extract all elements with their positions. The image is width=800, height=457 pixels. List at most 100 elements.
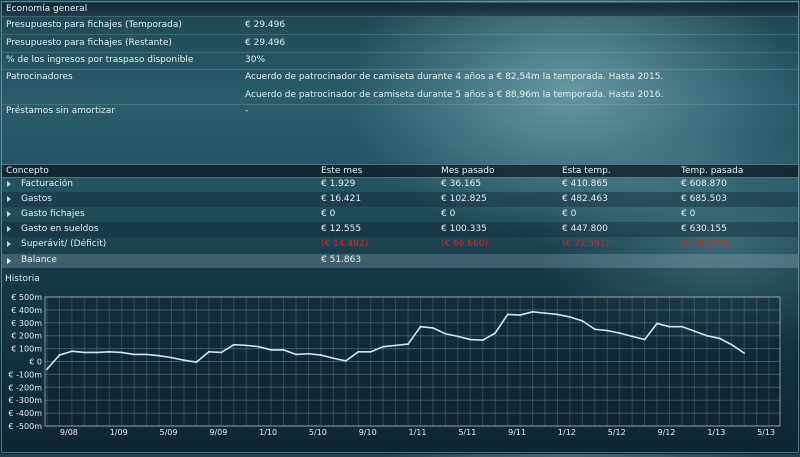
y-tick-label: € 500m (11, 293, 42, 302)
cell-last-season: € 608.870 (681, 179, 727, 189)
data-point (170, 356, 173, 359)
column-header-last-month[interactable]: Mes pasado (441, 166, 495, 176)
x-tick-label: 1/13 (707, 428, 725, 437)
table-row-surplus-deficit[interactable]: Superávit/ (Déficit) (€ 14.492) (€ 66.66… (2, 237, 798, 252)
data-point (718, 337, 721, 340)
table-row-balance[interactable]: Balance € 51.863 (2, 254, 798, 268)
data-point (207, 350, 210, 353)
data-point (419, 325, 422, 328)
table-row-expenses[interactable]: Gastos € 16.421 € 102.825 € 482.463 € 68… (2, 192, 798, 207)
data-point (270, 348, 272, 351)
cell-this-month: € 12.555 (321, 224, 362, 234)
cell-this-month: (€ 14.492) (321, 239, 369, 249)
info-label: Presupuesto para fichajes (Restante) (6, 38, 172, 48)
data-point (220, 351, 223, 354)
column-header-last-season[interactable]: Temp. pasada (681, 166, 743, 176)
data-point (581, 319, 584, 322)
cell-last-month: (€ 66.660) (441, 239, 489, 249)
x-tick-label: 5/11 (458, 428, 476, 437)
info-row-transfer-percentage: % de los ingresos por traspaso disponibl… (2, 52, 798, 69)
data-point (569, 316, 571, 318)
x-axis-ticks: 9/08 1/09 5/09 9/09 1/10 5/10 9/10 1/11 5/11 9/11… (60, 428, 775, 437)
economy-section-header: Economía general (2, 3, 798, 17)
cell-last-month: € 100.335 (441, 224, 487, 234)
data-point (369, 350, 372, 353)
data-point (730, 343, 733, 346)
data-point (95, 351, 98, 354)
y-tick-label: € 0 (29, 358, 42, 367)
y-tick-label: € -500m (8, 422, 42, 431)
y-tick-label: € 200m (11, 332, 42, 341)
expand-arrow-icon[interactable] (7, 196, 11, 202)
column-header-this-season[interactable]: Esta temp. (562, 166, 611, 176)
data-point (593, 328, 596, 331)
data-point (606, 329, 609, 332)
data-point (432, 327, 434, 329)
row-concept: Facturación (21, 179, 73, 189)
cell-last-month: € 36.165 (441, 179, 482, 189)
row-concept: Superávit/ (Déficit) (21, 239, 107, 249)
x-tick-label: 9/08 (60, 428, 78, 437)
data-point (531, 310, 534, 313)
expand-arrow-icon[interactable] (7, 211, 11, 217)
y-tick-label: € 400m (11, 306, 42, 315)
data-point (158, 354, 160, 357)
y-tick-label: € 300m (11, 319, 42, 328)
table-row-transfer-spending[interactable]: Gasto fichajes € 0 € 0 € 0 € 0 (2, 207, 798, 222)
x-tick-label: 9/12 (658, 428, 676, 437)
finance-table-header: Concepto Este mes Mes pasado Esta temp. … (2, 164, 798, 178)
data-point (494, 332, 497, 335)
expand-arrow-icon[interactable] (7, 241, 11, 247)
cell-this-month: € 16.421 (321, 194, 362, 204)
data-point (46, 368, 48, 371)
table-row-revenue[interactable]: Facturación € 1.929 € 36.165 € 410.865 €… (2, 177, 798, 192)
info-label: Presupuesto para fichajes (Temporada) (6, 20, 182, 30)
data-point (295, 353, 297, 356)
data-point (307, 352, 310, 355)
data-point (195, 361, 198, 364)
y-tick-label: € 100m (11, 345, 42, 354)
data-point (643, 338, 646, 341)
data-point (693, 330, 696, 333)
x-tick-label: 9/09 (209, 428, 227, 437)
data-point (656, 322, 658, 325)
data-point (506, 313, 509, 316)
cell-this-season: € 482.463 (562, 194, 608, 204)
cell-this-season: € 447.800 (562, 224, 608, 234)
x-tick-label: 1/10 (259, 428, 277, 437)
info-row-budget-season: Presupuesto para fichajes (Temporada) € … (2, 17, 798, 34)
x-tick-label: 5/09 (160, 428, 178, 437)
history-chart-svg: € 500m € 400m € 300m € 200m € 100m € 0 € -100m… (8, 293, 781, 437)
data-point (133, 353, 136, 356)
data-point (469, 338, 472, 341)
row-concept: Gastos (21, 194, 52, 204)
cell-this-season: (€ 71.597) (562, 239, 610, 249)
cell-last-month: € 102.825 (441, 194, 487, 204)
y-tick-label: € -400m (8, 409, 42, 418)
cell-this-month: € 0 (321, 209, 336, 219)
data-point (544, 312, 546, 315)
data-point (332, 357, 335, 360)
balance-value: € 51.863 (321, 255, 362, 265)
sponsor-deal: Acuerdo de patrocinador de camiseta dura… (245, 72, 664, 82)
expand-arrow-icon[interactable] (7, 181, 11, 187)
data-point (71, 350, 73, 353)
cell-last-season: (€ 76.633) (681, 239, 729, 249)
x-tick-label: 1/09 (110, 428, 128, 437)
history-chart: € 500m € 400m € 300m € 200m € 100m € 0 € -100m… (0, 283, 800, 454)
data-point (743, 352, 746, 355)
data-point (232, 343, 235, 346)
expand-arrow-icon[interactable] (7, 258, 11, 264)
column-header-this-month[interactable]: Este mes (321, 166, 362, 176)
y-axis-ticks: € 500m € 400m € 300m € 200m € 100m € 0 € -100m… (8, 293, 42, 431)
data-point (394, 344, 397, 347)
cell-last-season: € 0 (681, 209, 696, 219)
x-tick-label: 9/10 (359, 428, 377, 437)
expand-arrow-icon[interactable] (7, 226, 11, 232)
column-header-concept[interactable]: Concepto (6, 166, 49, 176)
loans-label: Préstamos sin amortizar (6, 106, 116, 116)
data-point (407, 343, 409, 345)
data-point (556, 313, 559, 316)
cell-last-month: € 0 (441, 209, 456, 219)
table-row-wages[interactable]: Gasto en sueldos € 12.555 € 100.335 € 44… (2, 222, 798, 237)
